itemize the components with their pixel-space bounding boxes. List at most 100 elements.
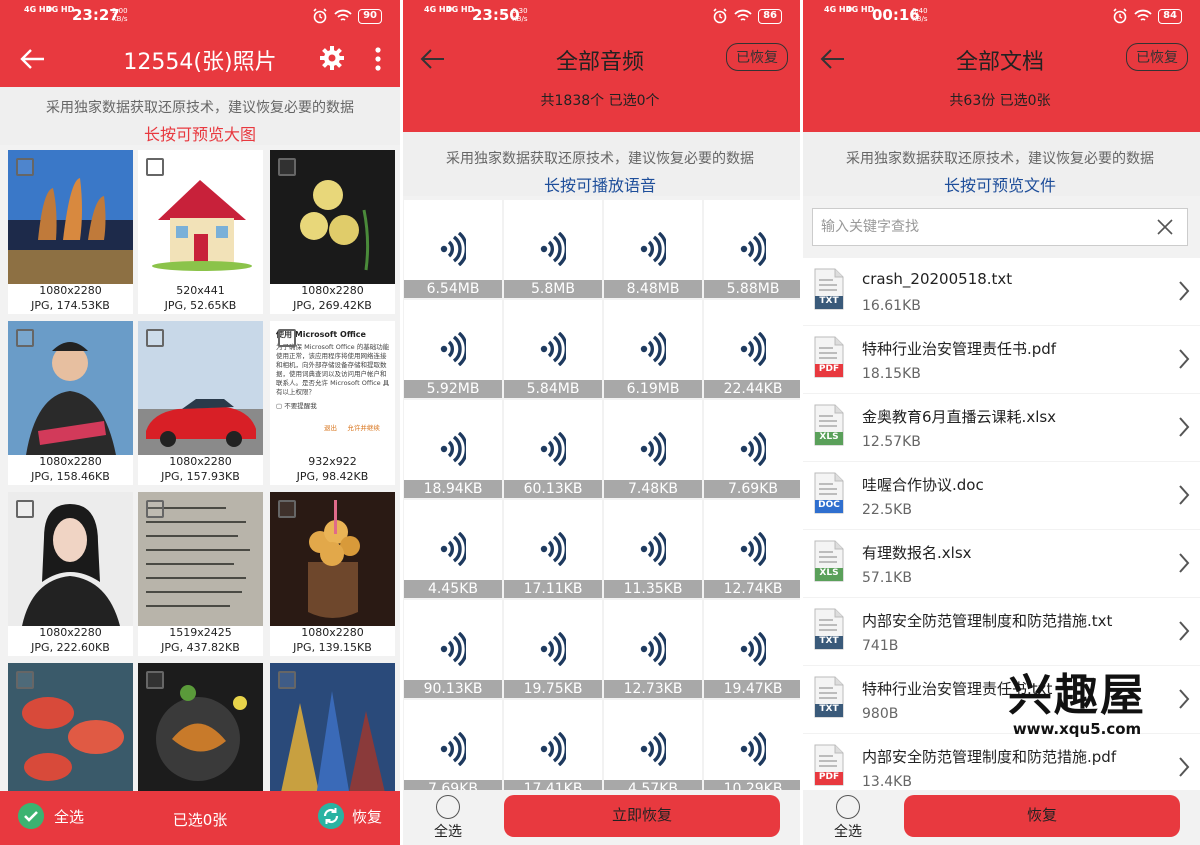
photo-checkbox[interactable] xyxy=(146,500,164,518)
alarm-icon xyxy=(713,8,727,24)
audio-item[interactable]: 5.92MB xyxy=(404,300,502,398)
audio-size: 6.19MB xyxy=(604,380,702,398)
photo-dimensions: 932x922 xyxy=(308,455,357,468)
audio-item[interactable]: 5.88MB xyxy=(704,200,800,298)
photo-checkbox[interactable] xyxy=(146,158,164,176)
document-name: 内部安全防范管理制度和防范措施.pdf xyxy=(862,748,1117,766)
notice-text: 采用独家数据获取还原技术，建议恢复必要的数据 xyxy=(846,151,1154,167)
bottom-bar: 全选 已选0张 恢复 xyxy=(0,791,400,845)
file-type-label: TXT xyxy=(819,704,839,714)
photo-checkbox[interactable] xyxy=(16,158,34,176)
sound-wave-icon xyxy=(740,732,766,766)
restore-button[interactable]: 恢复 xyxy=(317,803,382,829)
audio-item[interactable]: 4.57KB xyxy=(604,700,702,790)
more-options-icon[interactable] xyxy=(374,46,382,72)
audio-item[interactable]: 19.75KB xyxy=(504,600,602,698)
photo-info: JPG, 52.65KB xyxy=(164,299,237,312)
photo-item[interactable]: 使用 Microsoft Office 为了确保 Microsoft Offic… xyxy=(270,321,395,485)
audio-size: 90.13KB xyxy=(404,680,502,698)
sound-wave-icon xyxy=(440,432,466,466)
photo-checkbox[interactable] xyxy=(16,329,34,347)
audio-item[interactable]: 4.45KB xyxy=(404,500,502,598)
audio-item[interactable]: 5.8MB xyxy=(504,200,602,298)
document-item[interactable]: TXT crash_20200518.txt 16.61KB xyxy=(800,258,1200,325)
audio-item[interactable]: 7.69KB xyxy=(404,700,502,790)
photo-checkbox[interactable] xyxy=(278,500,296,518)
photo-checkbox[interactable] xyxy=(146,671,164,689)
app-header: 全部文档 已恢复 共63份 已选0张 xyxy=(800,32,1200,132)
document-size: 980B xyxy=(862,706,899,722)
photo-dimensions: 1080x2280 xyxy=(169,455,232,468)
audio-item[interactable]: 19.47KB xyxy=(704,600,800,698)
audio-item[interactable]: 60.13KB xyxy=(504,400,602,498)
file-count: 共1838个 已选0个 xyxy=(540,93,660,109)
photo-checkbox[interactable] xyxy=(16,500,34,518)
audio-item[interactable]: 12.73KB xyxy=(604,600,702,698)
audio-size: 17.41KB xyxy=(504,780,602,790)
panel-divider xyxy=(400,0,403,845)
audio-item[interactable]: 17.11KB xyxy=(504,500,602,598)
network-indicator: 4G HD xyxy=(446,5,475,14)
photo-item[interactable]: 1080x2280 JPG, 139.15KB xyxy=(270,492,395,656)
document-item[interactable]: XLS 有理数报名.xlsx 57.1KB xyxy=(800,530,1200,597)
audio-size: 18.94KB xyxy=(404,480,502,498)
audio-item[interactable]: 7.69KB xyxy=(704,400,800,498)
audio-item[interactable]: 8.48MB xyxy=(604,200,702,298)
audio-item[interactable]: 12.74KB xyxy=(704,500,800,598)
audio-size: 5.8MB xyxy=(504,280,602,298)
sound-wave-icon xyxy=(440,532,466,566)
hint-text: 长按可预览大图 xyxy=(143,125,256,144)
search-input[interactable] xyxy=(813,209,1143,245)
photo-checkbox[interactable] xyxy=(278,329,296,347)
gear-icon[interactable] xyxy=(318,44,346,72)
document-item[interactable]: PDF 内部安全防范管理制度和防范措施.pdf 13.4KB xyxy=(800,734,1200,790)
net-speed: 0.30 KB/s xyxy=(512,7,528,23)
restored-button[interactable]: 已恢复 xyxy=(1126,43,1188,71)
audio-item[interactable]: 90.13KB xyxy=(404,600,502,698)
photo-item[interactable]: 1519x2425 JPG, 437.82KB xyxy=(138,492,263,656)
select-all-button[interactable]: 全选 xyxy=(830,795,866,841)
audio-item[interactable]: 11.35KB xyxy=(604,500,702,598)
notice-text: 采用独家数据获取还原技术，建议恢复必要的数据 xyxy=(446,151,754,167)
document-name: 哇喔合作协议.doc xyxy=(862,476,984,494)
photo-checkbox[interactable] xyxy=(278,158,296,176)
document-name: 有理数报名.xlsx xyxy=(862,544,972,562)
audio-size: 4.57KB xyxy=(604,780,702,790)
audio-size: 17.11KB xyxy=(504,580,602,598)
audio-item[interactable]: 22.44KB xyxy=(704,300,800,398)
photo-item[interactable]: 1080x2280 JPG, 269.42KB xyxy=(270,150,395,314)
wifi-icon xyxy=(734,9,752,21)
audio-item[interactable]: 17.41KB xyxy=(504,700,602,790)
close-icon[interactable] xyxy=(1157,219,1173,235)
photo-item[interactable]: 1080x2280 JPG, 158.46KB xyxy=(8,321,133,485)
audio-item[interactable]: 6.54MB xyxy=(404,200,502,298)
file-type-label: PDF xyxy=(818,772,840,782)
document-item[interactable]: TXT 内部安全防范管理制度和防范措施.txt 741B xyxy=(800,598,1200,665)
photo-checkbox[interactable] xyxy=(16,671,34,689)
photo-checkbox[interactable] xyxy=(278,671,296,689)
audio-item[interactable]: 7.48KB xyxy=(604,400,702,498)
photo-checkbox[interactable] xyxy=(146,329,164,347)
audio-item[interactable]: 10.29KB xyxy=(704,700,800,790)
document-item[interactable]: PDF 特种行业治安管理责任书.pdf 18.15KB xyxy=(800,326,1200,393)
photo-item[interactable]: 1080x2280 JPG, 174.53KB xyxy=(8,150,133,314)
restored-button[interactable]: 已恢复 xyxy=(726,43,788,71)
restore-now-button[interactable]: 立即恢复 xyxy=(504,795,780,837)
document-item[interactable]: DOC 哇喔合作协议.doc 22.5KB xyxy=(800,462,1200,529)
network-indicator: 4G HD xyxy=(846,5,875,14)
sound-wave-icon xyxy=(540,332,566,366)
audio-item[interactable]: 18.94KB xyxy=(404,400,502,498)
notice-band: 采用独家数据获取还原技术，建议恢复必要的数据 长按可预览大图 xyxy=(0,87,400,145)
audio-item[interactable]: 5.84MB xyxy=(504,300,602,398)
sound-wave-icon xyxy=(740,332,766,366)
document-item[interactable]: XLS 金奥教育6月直播云课耗.xlsx 12.57KB xyxy=(800,394,1200,461)
audio-size: 12.74KB xyxy=(704,580,800,598)
select-all-button[interactable]: 全选 xyxy=(430,795,466,841)
watermark-url: www.xqu5.com xyxy=(1012,720,1142,738)
photo-item[interactable]: 1080x2280 JPG, 157.93KB xyxy=(138,321,263,485)
audio-item[interactable]: 6.19MB xyxy=(604,300,702,398)
photo-item[interactable]: 520x441 JPG, 52.65KB xyxy=(138,150,263,314)
photo-item[interactable]: 1080x2280 JPG, 222.60KB xyxy=(8,492,133,656)
restore-button[interactable]: 恢复 xyxy=(904,795,1180,837)
notice-band: 采用独家数据获取还原技术，建议恢复必要的数据 长按可播放语音 xyxy=(400,132,800,196)
